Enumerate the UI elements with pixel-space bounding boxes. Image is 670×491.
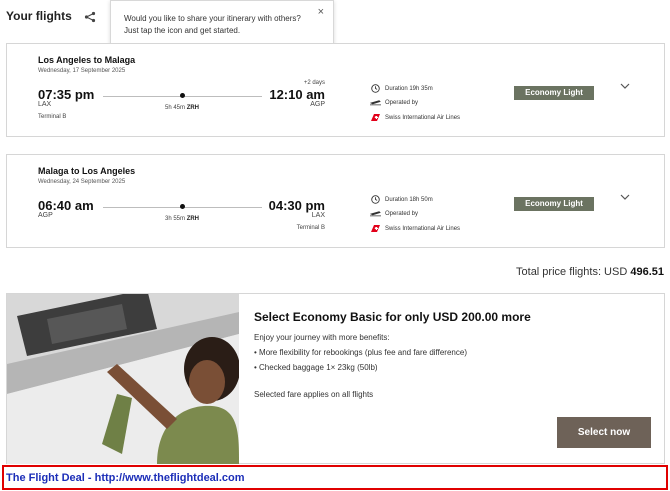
duration-text: Duration 19h 35m <box>385 85 433 92</box>
total-price-label: Total price flights: USD <box>516 266 628 278</box>
flight-route: Los Angeles to Malaga <box>38 55 136 65</box>
plane-icon <box>370 209 381 218</box>
flights-header: Your flights <box>6 9 96 23</box>
select-now-button[interactable]: Select now <box>557 417 651 448</box>
departure-terminal: Terminal B <box>38 114 67 120</box>
duration-row: Duration 18h 50m <box>370 195 433 204</box>
duration-text: Duration 18h 50m <box>385 196 433 203</box>
upsell-note: Selected fare applies on all flights <box>254 390 374 399</box>
fare-badge: Economy Light <box>514 197 594 211</box>
swiss-airline-logo-icon <box>370 224 381 233</box>
arrival-airport: AGP <box>310 101 325 108</box>
arrival-terminal: Terminal B <box>296 225 325 231</box>
layover-airport: ZRH <box>186 105 200 111</box>
benefit-item: • More flexibility for rebookings (plus … <box>254 348 467 357</box>
upsell-panel: Select Economy Basic for only USD 200.00… <box>6 293 665 464</box>
arrival-airport: LAX <box>311 212 325 219</box>
flight-card-outbound[interactable]: Los Angeles to Malaga Wednesday, 17 Sept… <box>6 43 665 137</box>
layover-duration: 3h 55m <box>165 216 186 222</box>
plus-days-label: +2 days <box>303 80 325 86</box>
departure-airport: AGP <box>38 212 53 219</box>
departure-time: 06:40 am <box>38 198 94 213</box>
flight-date: Wednesday, 24 September 2025 <box>38 179 126 185</box>
total-price-amount: 496.51 <box>630 266 664 278</box>
layover-duration: 5h 45m <box>165 105 186 111</box>
swiss-airline-logo-icon <box>370 113 381 122</box>
share-icon[interactable] <box>84 10 96 23</box>
close-icon[interactable]: × <box>318 6 324 18</box>
operated-row: Operated by <box>370 98 418 107</box>
upsell-title: Select Economy Basic for only USD 200.00… <box>254 310 531 324</box>
stopover-dot <box>180 204 185 209</box>
duration-row: Duration 19h 35m <box>370 84 433 93</box>
tooltip-text: Would you like to share your itinerary w… <box>124 14 301 35</box>
departure-time: 07:35 pm <box>38 87 95 102</box>
airline-name: Swiss International Air Lines <box>385 114 461 121</box>
departure-airport: LAX <box>38 101 52 108</box>
total-price: Total price flights: USD 496.51 <box>516 266 664 278</box>
footer-link-text[interactable]: The Flight Deal - http://www.theflightde… <box>6 472 245 484</box>
flight-route: Malaga to Los Angeles <box>38 166 136 176</box>
airline-row: Swiss International Air Lines <box>370 224 460 233</box>
clock-icon <box>370 195 381 204</box>
flight-date: Wednesday, 17 September 2025 <box>38 68 126 74</box>
clock-icon <box>370 84 381 93</box>
traveler-luggage-photo <box>7 294 239 464</box>
layover-airport: ZRH <box>186 216 200 222</box>
operated-row: Operated by <box>370 209 418 218</box>
share-tooltip: Would you like to share your itinerary w… <box>110 0 334 48</box>
chevron-down-icon[interactable] <box>620 78 630 89</box>
page-title: Your flights <box>6 9 72 23</box>
fare-badge: Economy Light <box>514 86 594 100</box>
operated-by-label: Operated by <box>385 210 419 217</box>
layover-info: 3h 55m ZRH <box>165 216 199 222</box>
airline-row: Swiss International Air Lines <box>370 113 460 122</box>
airline-name: Swiss International Air Lines <box>385 225 461 232</box>
arrival-time: 12:10 am <box>269 87 325 102</box>
upsell-intro: Enjoy your journey with more benefits: <box>254 333 390 342</box>
footer-banner: The Flight Deal - http://www.theflightde… <box>2 465 668 490</box>
layover-info: 5h 45m ZRH <box>165 105 199 111</box>
flight-card-return[interactable]: Malaga to Los Angeles Wednesday, 24 Sept… <box>6 154 665 248</box>
chevron-down-icon[interactable] <box>620 189 630 200</box>
stopover-dot <box>180 93 185 98</box>
arrival-time: 04:30 pm <box>268 198 325 213</box>
benefit-item: • Checked baggage 1× 23kg (50lb) <box>254 363 378 372</box>
plane-icon <box>370 98 381 107</box>
operated-by-label: Operated by <box>385 99 419 106</box>
